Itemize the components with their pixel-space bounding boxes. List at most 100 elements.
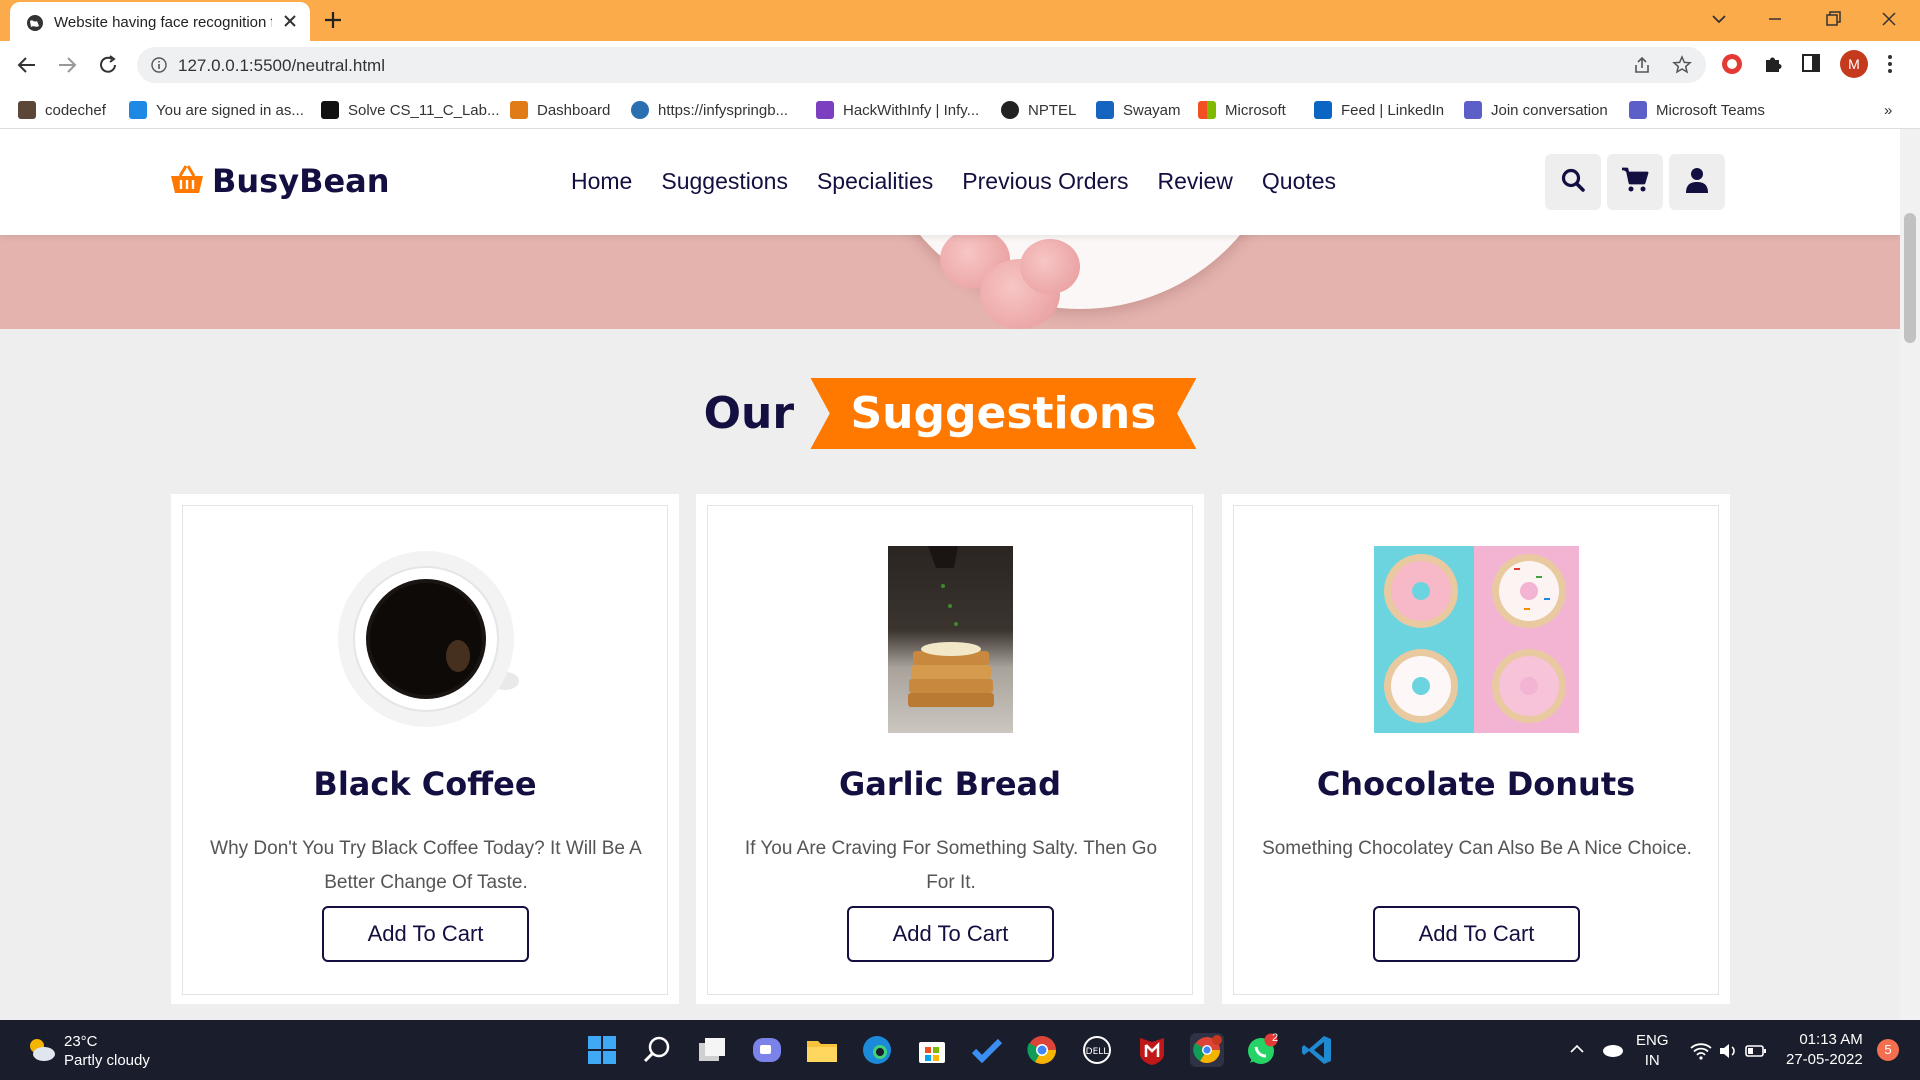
- bookmark-linkedin[interactable]: Feed | LinkedIn: [1314, 99, 1444, 121]
- share-icon[interactable]: [1632, 55, 1652, 80]
- weather-condition: Partly cloudy: [64, 1052, 150, 1069]
- language-code: ENG: [1636, 1032, 1669, 1049]
- garlic-bread-image: [888, 546, 1013, 733]
- bookmark-label: You are signed in as...: [156, 101, 304, 119]
- microsoft-store-icon[interactable]: [915, 1033, 949, 1067]
- chrome-profile-icon[interactable]: [1190, 1033, 1224, 1067]
- minimize-icon[interactable]: [1764, 8, 1786, 35]
- restore-icon[interactable]: [1822, 8, 1844, 35]
- teams-chat-icon[interactable]: [750, 1033, 784, 1067]
- section-heading: Our Suggestions: [0, 378, 1900, 449]
- wifi-icon[interactable]: [1690, 1030, 1712, 1064]
- input-language[interactable]: ENG IN: [1636, 1031, 1669, 1071]
- onedrive-icon[interactable]: [1600, 1030, 1624, 1062]
- microsoft-icon: [1198, 101, 1216, 119]
- scrollbar-thumb[interactable]: [1904, 213, 1916, 343]
- codechef-icon: [18, 101, 36, 119]
- menu-dots-icon[interactable]: [1886, 53, 1894, 80]
- nav-suggestions[interactable]: Suggestions: [661, 168, 788, 195]
- site-info-icon[interactable]: [151, 57, 167, 78]
- bookmark-microsoft[interactable]: Microsoft: [1198, 99, 1286, 121]
- bookmark-swayam[interactable]: Swayam: [1096, 99, 1181, 121]
- bookmark-signed-in[interactable]: You are signed in as...: [129, 99, 304, 121]
- tab-title: Website having face recognition fe: [54, 14, 272, 31]
- teams-icon: [1464, 101, 1482, 119]
- browser-tab-strip: Website having face recognition fe: [0, 0, 1920, 41]
- partly-cloudy-icon: [26, 1036, 56, 1067]
- product-name: Garlic Bread: [838, 765, 1062, 803]
- add-to-cart-button[interactable]: Add To Cart: [322, 906, 529, 962]
- clock-date: 27-05-2022: [1786, 1051, 1863, 1068]
- add-to-cart-button[interactable]: Add To Cart: [847, 906, 1054, 962]
- weather-widget[interactable]: 23°C Partly cloudy: [26, 1032, 150, 1070]
- bookmark-label: https://infyspringb...: [658, 101, 789, 119]
- forward-icon[interactable]: [56, 54, 78, 81]
- nav-review[interactable]: Review: [1157, 168, 1232, 195]
- browser-tab[interactable]: Website having face recognition fe: [10, 2, 310, 41]
- nav-previous-orders[interactable]: Previous Orders: [962, 168, 1128, 195]
- bookmark-label: NPTEL: [1028, 101, 1077, 119]
- windows-start-icon[interactable]: [585, 1033, 619, 1067]
- bookmark-label: Microsoft Teams: [1656, 101, 1765, 119]
- bookmark-label: Feed | LinkedIn: [1341, 101, 1445, 119]
- account-button[interactable]: [1669, 154, 1725, 210]
- file-explorer-icon[interactable]: [805, 1033, 839, 1067]
- reload-icon[interactable]: [97, 54, 119, 81]
- url-text: 127.0.0.1:5500/neutral.html: [178, 56, 385, 75]
- temperature: 23°C: [64, 1033, 98, 1050]
- close-tab-icon[interactable]: [283, 14, 297, 33]
- product-card-garlic-bread: Garlic Bread If You Are Craving For Some…: [696, 494, 1204, 1004]
- extension-record-icon[interactable]: [1721, 53, 1743, 80]
- side-panel-icon[interactable]: [1801, 53, 1821, 78]
- windows-taskbar: 23°C Partly cloudy DELL 2 ENG IN 01:13 A…: [0, 1020, 1920, 1080]
- rose-image: [1020, 239, 1080, 294]
- brand-logo[interactable]: BusyBean: [170, 162, 390, 200]
- mcafee-icon[interactable]: [1135, 1033, 1169, 1067]
- product-card-chocolate-donuts: Chocolate Donuts Something Chocolatey Ca…: [1222, 494, 1730, 1004]
- heading-badge: Suggestions: [810, 378, 1197, 449]
- bookmark-dashboard[interactable]: Dashboard: [510, 99, 610, 121]
- bookmark-label: Solve CS_11_C_Lab...: [348, 101, 500, 119]
- nav-quotes[interactable]: Quotes: [1262, 168, 1336, 195]
- close-window-icon[interactable]: [1878, 8, 1900, 35]
- bookmark-microsoft-teams[interactable]: Microsoft Teams: [1629, 99, 1765, 121]
- volume-icon[interactable]: [1718, 1030, 1738, 1064]
- bookmark-star-icon[interactable]: [1672, 55, 1692, 80]
- battery-icon[interactable]: [1745, 1030, 1767, 1064]
- teams-icon: [1629, 101, 1647, 119]
- bookmark-join-conversation[interactable]: Join conversation: [1464, 99, 1608, 121]
- search-icon[interactable]: [640, 1033, 674, 1067]
- search-icon: [1560, 167, 1586, 198]
- bookmark-codechef[interactable]: codechef: [18, 99, 106, 121]
- system-clock[interactable]: 01:13 AM 27-05-2022: [1786, 1030, 1863, 1070]
- bookmark-solve-lab[interactable]: Solve CS_11_C_Lab...: [321, 99, 500, 121]
- page-scrollbar[interactable]: [1900, 129, 1920, 1020]
- add-to-cart-button[interactable]: Add To Cart: [1373, 906, 1580, 962]
- dell-icon[interactable]: DELL: [1080, 1033, 1114, 1067]
- todo-icon[interactable]: [970, 1033, 1004, 1067]
- tab-search-chevron-icon[interactable]: [1708, 8, 1730, 35]
- extensions-puzzle-icon[interactable]: [1762, 53, 1784, 80]
- more-bookmarks-button[interactable]: »: [1884, 99, 1892, 121]
- bookmark-nptel[interactable]: NPTEL: [1001, 99, 1076, 121]
- address-bar[interactable]: 127.0.0.1:5500/neutral.html: [137, 47, 1706, 83]
- task-view-icon[interactable]: [695, 1033, 729, 1067]
- globe-icon: [26, 14, 44, 37]
- vscode-icon[interactable]: [1300, 1033, 1334, 1067]
- edge-icon[interactable]: [860, 1033, 894, 1067]
- dashboard-icon: [510, 101, 528, 119]
- bookmark-infyspring[interactable]: https://infyspringb...: [631, 99, 788, 121]
- new-tab-icon[interactable]: [323, 10, 343, 35]
- notification-count-badge[interactable]: 5: [1877, 1039, 1899, 1061]
- web-page: BusyBean Home Suggestions Specialities P…: [0, 129, 1920, 1020]
- nptel-icon: [1001, 101, 1019, 119]
- show-hidden-icons-chevron[interactable]: [1568, 1030, 1586, 1062]
- nav-home[interactable]: Home: [571, 168, 632, 195]
- nav-specialities[interactable]: Specialities: [817, 168, 933, 195]
- cart-button[interactable]: [1607, 154, 1663, 210]
- bookmark-hackwithinfy[interactable]: HackWithInfy | Infy...: [816, 99, 979, 121]
- back-icon[interactable]: [16, 54, 38, 81]
- chrome-icon[interactable]: [1025, 1033, 1059, 1067]
- search-button[interactable]: [1545, 154, 1601, 210]
- profile-avatar[interactable]: M: [1840, 50, 1868, 78]
